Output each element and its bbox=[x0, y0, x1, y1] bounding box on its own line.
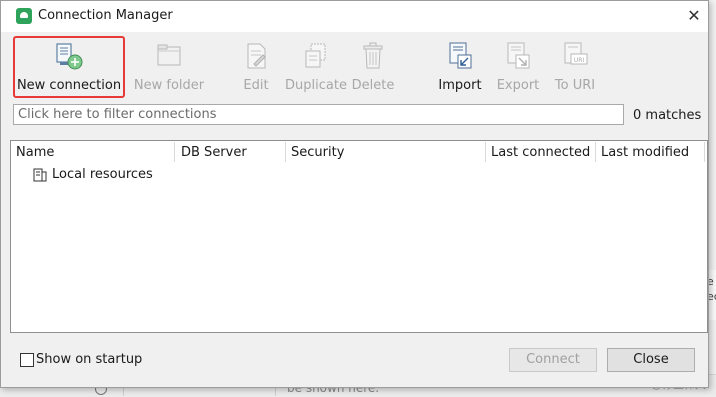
toolbar: New connection New folder Edit Duplicate… bbox=[1, 33, 708, 99]
close-button[interactable]: Close bbox=[607, 348, 695, 372]
connection-manager-dialog: Connection Manager ✕ New connection New … bbox=[0, 0, 709, 388]
svg-text:URI: URI bbox=[574, 57, 585, 64]
export-icon bbox=[507, 42, 530, 69]
delete-label: Delete bbox=[351, 78, 395, 93]
dialog-titlebar: Connection Manager ✕ bbox=[1, 1, 708, 32]
column-header-name[interactable]: Name bbox=[16, 145, 54, 160]
folder-icon bbox=[157, 44, 181, 66]
edit-label: Edit bbox=[243, 78, 269, 93]
new-connection-icon bbox=[56, 43, 83, 70]
import-button[interactable]: Import bbox=[437, 37, 483, 97]
export-label: Export bbox=[496, 78, 540, 93]
delete-button[interactable]: Delete bbox=[351, 37, 395, 97]
column-separator bbox=[704, 142, 705, 162]
duplicate-button[interactable]: Duplicate bbox=[285, 37, 347, 97]
to-uri-button[interactable]: URI To URI bbox=[552, 37, 598, 97]
connections-table: Name DB Server Security Last connected L… bbox=[10, 140, 708, 333]
connect-button[interactable]: Connect bbox=[509, 348, 597, 372]
to-uri-label: To URI bbox=[554, 78, 596, 93]
row-name: Local resources bbox=[52, 167, 153, 182]
table-row[interactable]: Local resources bbox=[11, 164, 707, 184]
column-header-security[interactable]: Security bbox=[291, 145, 344, 160]
local-resources-icon bbox=[33, 168, 47, 182]
match-count: 0 matches bbox=[633, 108, 702, 123]
column-separator bbox=[485, 142, 486, 162]
show-on-startup-label: Show on startup bbox=[36, 352, 143, 367]
duplicate-label: Duplicate bbox=[285, 78, 347, 93]
uri-icon: URI bbox=[564, 42, 588, 65]
export-button[interactable]: Export bbox=[495, 37, 541, 97]
dialog-title: Connection Manager bbox=[38, 8, 173, 23]
new-folder-label: New folder bbox=[133, 78, 205, 93]
show-on-startup-checkbox[interactable] bbox=[20, 353, 34, 367]
trash-icon bbox=[363, 42, 383, 69]
column-header-db-server[interactable]: DB Server bbox=[181, 145, 247, 160]
column-separator bbox=[595, 142, 596, 162]
table-header: Name DB Server Security Last connected L… bbox=[11, 141, 707, 163]
new-connection-label: New connection bbox=[16, 78, 122, 93]
filter-input[interactable]: Click here to filter connections bbox=[13, 104, 624, 125]
duplicate-icon bbox=[305, 43, 326, 68]
column-separator bbox=[174, 142, 175, 162]
import-label: Import bbox=[438, 78, 482, 93]
edit-icon bbox=[247, 43, 266, 69]
new-folder-button[interactable]: New folder bbox=[133, 37, 205, 97]
new-connection-button[interactable]: New connection bbox=[13, 36, 125, 98]
edit-button[interactable]: Edit bbox=[237, 37, 275, 97]
column-header-last-modified[interactable]: Last modified bbox=[601, 145, 689, 160]
close-window-button[interactable]: ✕ bbox=[682, 4, 706, 28]
column-separator bbox=[285, 142, 286, 162]
column-header-last-connected[interactable]: Last connected bbox=[491, 145, 590, 160]
import-icon bbox=[449, 42, 472, 69]
app-logo-icon bbox=[16, 8, 32, 24]
